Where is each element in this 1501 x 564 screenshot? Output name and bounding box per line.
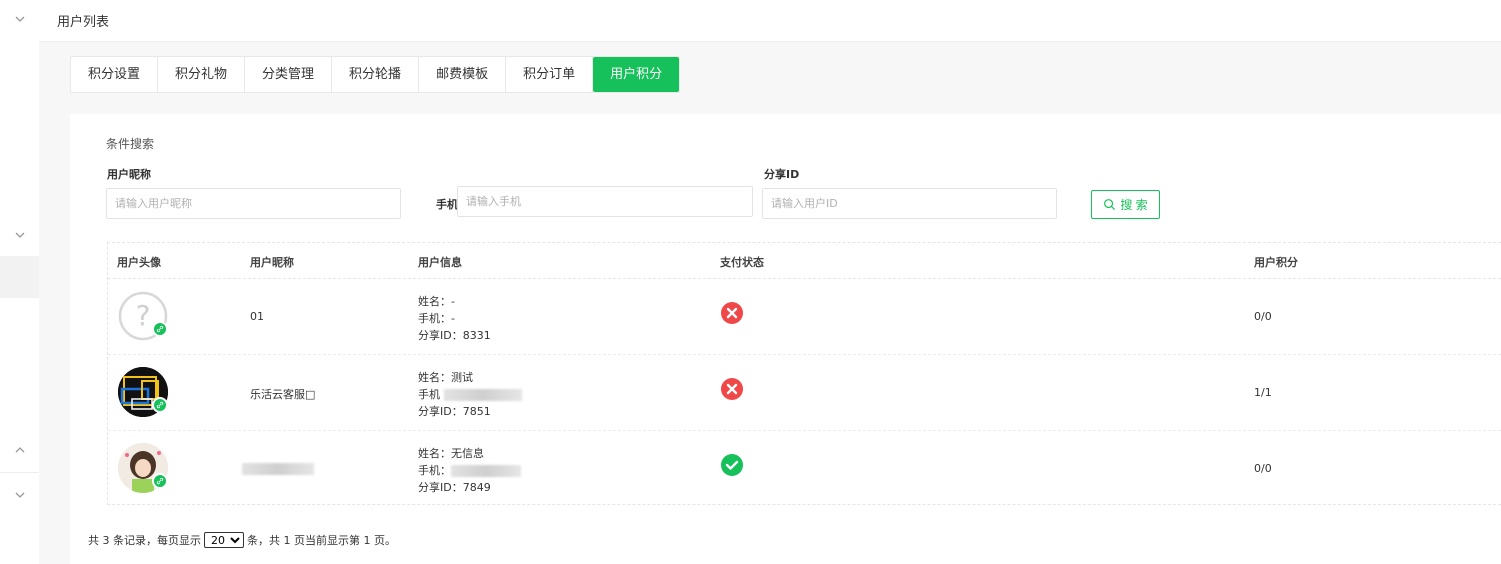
nickname-label: 用户昵称 <box>107 168 151 181</box>
user-info: 姓名：无信息 手机： 分享ID：7849 <box>418 445 521 496</box>
pagination: 共 3 条记录，每页显示 20 条，共 1 页当前显示第 1 页。 <box>88 532 396 548</box>
user-share-id: 分享ID：7851 <box>418 405 491 418</box>
column-header-payment-status: 支付状态 <box>720 256 764 269</box>
user-name: 姓名：测试 <box>418 371 473 384</box>
tab-points-settings[interactable]: 积分设置 <box>71 57 159 92</box>
tab-category-management[interactable]: 分类管理 <box>245 57 333 92</box>
phone-label: 手机 <box>436 198 458 211</box>
pagination-suffix: 条，共 1 页当前显示第 1 页。 <box>247 534 396 547</box>
tab-shipping-template[interactable]: 邮费模板 <box>419 57 507 92</box>
user-nickname <box>242 462 314 475</box>
nickname-input[interactable] <box>106 188 401 219</box>
user-info: 姓名：测试 手机 分享ID：7851 <box>418 369 522 420</box>
link-icon[interactable] <box>152 473 168 489</box>
phone-input[interactable] <box>457 186 753 217</box>
user-share-id: 分享ID：7849 <box>418 481 491 494</box>
column-header-avatar: 用户头像 <box>117 256 161 269</box>
user-name: 姓名：无信息 <box>418 447 484 460</box>
user-info: 姓名：- 手机：- 分享ID：8331 <box>418 293 491 344</box>
column-header-info: 用户信息 <box>418 256 462 269</box>
link-icon[interactable] <box>152 397 168 413</box>
share-id-input[interactable] <box>762 188 1057 219</box>
check-circle-icon <box>720 453 744 477</box>
search-button[interactable]: 搜 索 <box>1091 190 1160 219</box>
tab-points-gifts[interactable]: 积分礼物 <box>158 57 246 92</box>
user-phone: 手机： <box>418 464 451 477</box>
pagination-prefix: 共 3 条记录，每页显示 <box>88 534 201 547</box>
tab-bar: 积分设置 积分礼物 分类管理 积分轮播 邮费模板 积分订单 用户积分 <box>70 56 681 93</box>
close-circle-icon <box>720 301 744 325</box>
user-table: 用户头像 用户昵称 用户信息 支付状态 用户积分 ? 01 姓名：- 手机：- … <box>107 242 1501 505</box>
svg-text:?: ? <box>136 299 151 332</box>
chevron-down-icon[interactable] <box>13 228 27 242</box>
content-panel: 条件搜索 用户昵称 手机 分享ID 搜 索 用户头像 用户昵称 用户信息 支付状… <box>70 114 1501 564</box>
page-header: 用户列表 <box>39 0 1501 42</box>
redacted-phone <box>443 389 522 401</box>
user-nickname: 01 <box>250 310 264 323</box>
search-icon <box>1104 199 1116 211</box>
user-phone: 手机 <box>418 388 440 401</box>
share-id-label: 分享ID <box>764 168 800 181</box>
close-circle-icon <box>720 377 744 401</box>
tab-points-orders[interactable]: 积分订单 <box>506 57 594 92</box>
user-points: 1/1 <box>1254 386 1272 399</box>
user-share-id: 分享ID：8331 <box>418 329 491 342</box>
redacted-phone <box>451 465 521 477</box>
table-row: 乐活云客服□ 姓名：测试 手机 分享ID：7851 1/1 <box>108 355 1501 431</box>
table-row: 姓名：无信息 手机： 分享ID：7849 0/0 <box>108 431 1501 507</box>
user-name: 姓名：- <box>418 295 455 308</box>
sidebar-divider <box>0 472 39 473</box>
column-header-points: 用户积分 <box>1254 256 1298 269</box>
sidebar <box>0 0 39 564</box>
tab-user-points[interactable]: 用户积分 <box>593 57 680 92</box>
user-points: 0/0 <box>1254 462 1272 475</box>
link-icon[interactable] <box>152 321 168 337</box>
tab-points-carousel[interactable]: 积分轮播 <box>332 57 420 92</box>
table-row: ? 01 姓名：- 手机：- 分享ID：8331 0/0 <box>108 279 1501 355</box>
page-size-select[interactable]: 20 <box>204 532 244 548</box>
chevron-up-icon[interactable] <box>13 443 27 457</box>
sidebar-item-active[interactable] <box>0 256 39 298</box>
search-section-title: 条件搜索 <box>106 137 155 151</box>
table-header: 用户头像 用户昵称 用户信息 支付状态 用户积分 <box>108 243 1501 279</box>
user-points: 0/0 <box>1254 310 1272 323</box>
chevron-down-icon[interactable] <box>13 12 27 26</box>
page-title: 用户列表 <box>57 15 110 30</box>
chevron-down-icon[interactable] <box>13 488 27 502</box>
search-button-label: 搜 索 <box>1120 198 1148 212</box>
column-header-nickname: 用户昵称 <box>250 256 294 269</box>
user-nickname: 乐活云客服□ <box>250 388 316 401</box>
user-phone: 手机：- <box>418 312 455 325</box>
redacted-nickname <box>242 463 314 475</box>
